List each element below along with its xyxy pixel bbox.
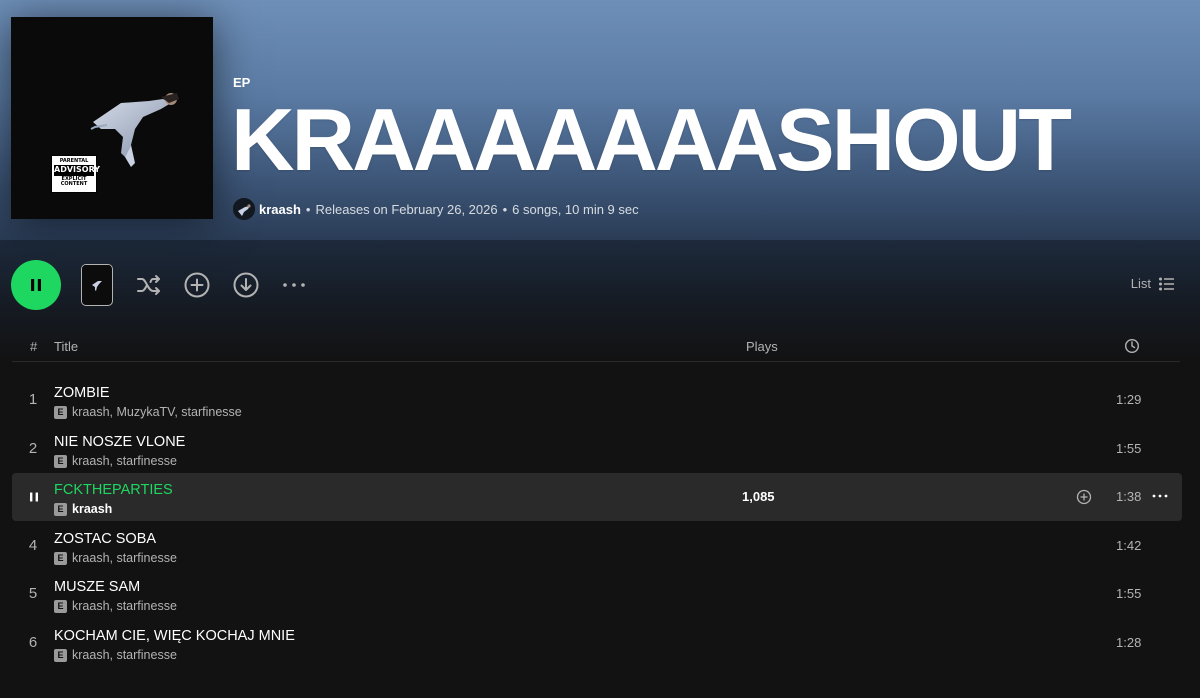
explicit-badge: E — [54, 551, 67, 565]
pause-icon — [30, 492, 38, 502]
track-plays: 1,085 — [742, 489, 775, 504]
track-artists-line: E kraash, starfinesse — [54, 648, 177, 662]
track-duration: 1:29 — [1116, 392, 1142, 407]
column-header-title: Title — [54, 339, 79, 354]
track-duration: 1:38 — [1116, 489, 1142, 504]
track-number: 1 — [28, 391, 38, 408]
track-duration: 1:42 — [1116, 538, 1142, 553]
track-number: 5 — [28, 585, 38, 602]
column-header-plays: Plays — [746, 339, 778, 354]
album-meta: kraash • Releases on February 26, 2026 •… — [233, 198, 639, 220]
track-row[interactable]: 4 ZOSTAC SOBA E kraash, starfinesse 1:42 — [12, 522, 1182, 570]
cover-artwork — [90, 93, 179, 167]
shuffle-icon — [137, 275, 160, 295]
album-summary: 6 songs, 10 min 9 sec — [512, 201, 639, 217]
more-horizontal-icon — [283, 283, 305, 287]
track-artists[interactable]: kraash, starfinesse — [72, 454, 177, 468]
track-artists-line: E kraash — [54, 502, 112, 516]
artist-avatar[interactable] — [233, 198, 255, 220]
track-row[interactable]: 6 KOCHAM CIE, WIĘC KOCHAJ MNIE E kraash,… — [12, 619, 1182, 667]
track-artists[interactable]: kraash, starfinesse — [72, 599, 177, 613]
track-title[interactable]: ZOSTAC SOBA — [54, 531, 156, 547]
album-type-label: EP — [233, 75, 251, 90]
pause-button[interactable] — [11, 260, 61, 310]
tracklist-header: # Title Plays — [12, 334, 1180, 362]
view-toggle-label: List — [1130, 276, 1151, 291]
meta-separator: • — [502, 201, 508, 217]
track-artists-line: E kraash, starfinesse — [54, 599, 177, 613]
advisory-bottom-text: EXPLICIT CONTENT — [60, 175, 88, 187]
track-row[interactable]: 2 NIE NOSZE VLONE E kraash, starfinesse … — [12, 425, 1182, 473]
add-circle-icon — [1076, 489, 1092, 505]
track-title[interactable]: MUSZE SAM — [54, 579, 140, 595]
meta-separator: • — [305, 201, 311, 217]
parental-advisory-label: PARENTAL ADVISORY EXPLICIT CONTENT — [51, 155, 101, 193]
column-header-number: # — [30, 339, 38, 354]
list-icon — [1159, 276, 1174, 291]
track-duration: 1:55 — [1116, 586, 1142, 601]
track-artists[interactable]: kraash, MuzykaTV, starfinesse — [72, 405, 242, 419]
artist-link[interactable]: kraash — [259, 202, 301, 217]
advisory-top-text: PARENTAL — [59, 158, 89, 164]
track-more-button[interactable] — [1151, 487, 1169, 510]
add-circle-icon — [184, 272, 210, 298]
track-title[interactable]: NIE NOSZE VLONE — [54, 434, 185, 450]
track-row[interactable]: 5 MUSZE SAM E kraash, starfinesse 1:55 — [12, 570, 1182, 618]
track-number: 6 — [28, 634, 38, 651]
view-toggle[interactable]: List — [1131, 276, 1175, 291]
album-cover[interactable]: PARENTAL ADVISORY EXPLICIT CONTENT — [11, 17, 213, 219]
track-title[interactable]: KOCHAM CIE, WIĘC KOCHAJ MNIE — [54, 628, 295, 644]
album-title: KRAAAAAAASHOUT — [231, 90, 1072, 189]
track-number: 2 — [28, 440, 38, 457]
explicit-badge: E — [54, 648, 67, 662]
track-artists[interactable]: kraash, starfinesse — [72, 648, 177, 662]
track-title[interactable]: ZOMBIE — [54, 385, 110, 401]
explicit-badge: E — [54, 502, 67, 516]
artist-avatar-image — [233, 198, 255, 220]
track-duration: 1:28 — [1116, 635, 1142, 650]
track-artists-line: E kraash, starfinesse — [54, 454, 177, 468]
track-row-playing[interactable]: FCKTHEPARTIES E kraash 1,085 1:38 — [12, 473, 1182, 521]
download-button[interactable] — [231, 270, 261, 300]
track-pause-button[interactable] — [28, 490, 40, 508]
preview-artwork — [82, 265, 111, 304]
track-artists-line: E kraash, starfinesse — [54, 551, 177, 565]
explicit-badge: E — [54, 405, 67, 419]
shuffle-button[interactable] — [134, 270, 164, 300]
advisory-mid-text: ADVISORY — [54, 165, 101, 176]
album-preview-thumbnail[interactable] — [81, 264, 113, 306]
track-artists[interactable]: kraash — [72, 502, 112, 516]
release-date: Releases on February 26, 2026 — [315, 201, 498, 217]
track-title[interactable]: FCKTHEPARTIES — [54, 482, 173, 498]
explicit-badge: E — [54, 599, 67, 613]
track-artists[interactable]: kraash, starfinesse — [72, 551, 177, 565]
track-row[interactable]: 1 ZOMBIE E kraash, MuzykaTV, starfinesse… — [12, 376, 1182, 424]
pause-icon — [31, 279, 41, 291]
track-duration: 1:55 — [1116, 441, 1142, 456]
track-add-button[interactable] — [1076, 489, 1092, 510]
explicit-badge: E — [54, 454, 67, 468]
add-to-library-button[interactable] — [182, 270, 212, 300]
download-icon — [233, 272, 259, 298]
more-horizontal-icon — [1152, 494, 1168, 498]
clock-icon — [1124, 338, 1140, 354]
track-number: 4 — [28, 537, 38, 554]
column-header-duration — [1124, 338, 1140, 357]
more-options-button[interactable] — [280, 272, 308, 298]
track-artists-line: E kraash, MuzykaTV, starfinesse — [54, 405, 242, 419]
